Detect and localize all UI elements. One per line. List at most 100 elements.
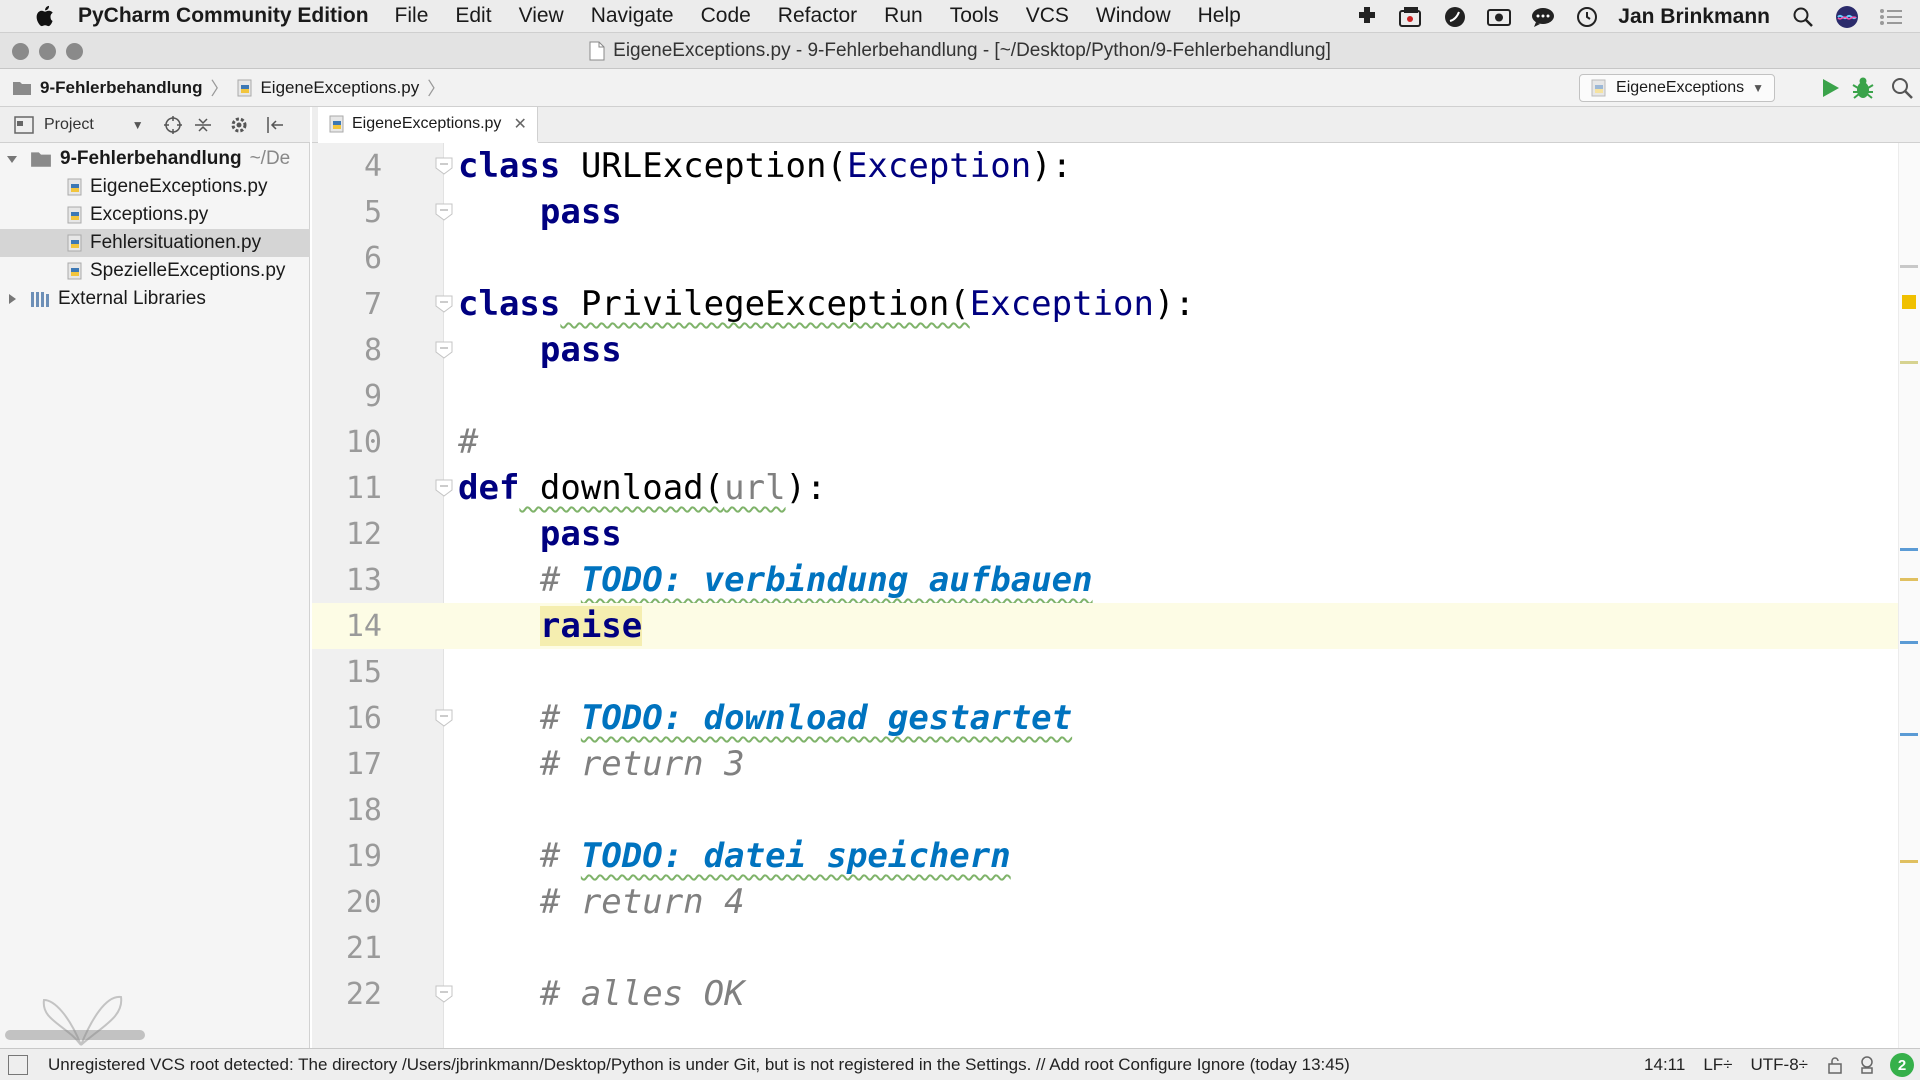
- code-line[interactable]: 6: [312, 235, 1920, 281]
- code-line[interactable]: 14 raise: [312, 603, 1920, 649]
- code-line[interactable]: 5 pass: [312, 189, 1920, 235]
- code-line[interactable]: 13 # TODO: verbindung aufbauen: [312, 557, 1920, 603]
- search-everywhere-button[interactable]: [1890, 76, 1914, 100]
- menu-refactor[interactable]: Refactor: [778, 4, 857, 28]
- leaf-icon[interactable]: [1440, 4, 1470, 30]
- code-line[interactable]: 16 # TODO: download gestartet: [312, 695, 1920, 741]
- debug-button[interactable]: [1850, 76, 1876, 100]
- breadcrumb-file[interactable]: EigeneExceptions.py: [260, 78, 419, 98]
- code-text: pass: [458, 192, 622, 232]
- event-log-badge[interactable]: 2: [1890, 1053, 1914, 1077]
- menu-navigate[interactable]: Navigate: [591, 4, 674, 28]
- editor-tab[interactable]: EigeneExceptions.py ✕: [318, 107, 538, 143]
- menu-window[interactable]: Window: [1096, 4, 1171, 28]
- siri-icon[interactable]: [1832, 4, 1862, 30]
- toggle-tool-windows-icon[interactable]: [8, 1054, 28, 1075]
- menu-view[interactable]: View: [519, 4, 564, 28]
- code-line[interactable]: 11 def download(url):: [312, 465, 1920, 511]
- stripe-mark[interactable]: [1900, 641, 1918, 644]
- code-line[interactable]: 8 pass: [312, 327, 1920, 373]
- code-line[interactable]: 4 class URLException(Exception):: [312, 143, 1920, 189]
- stripe-mark[interactable]: [1900, 733, 1918, 736]
- tree-item-project-root[interactable]: 9-Fehlerbehandlung ~/De: [0, 145, 310, 173]
- hide-panel-icon[interactable]: [264, 114, 286, 136]
- run-button[interactable]: [1818, 76, 1842, 100]
- menu-file[interactable]: File: [395, 4, 429, 28]
- menu-edit[interactable]: Edit: [455, 4, 491, 28]
- error-stripe[interactable]: [1898, 143, 1920, 1048]
- file-encoding[interactable]: UTF-8÷: [1751, 1055, 1809, 1075]
- gear-icon[interactable]: [228, 114, 250, 136]
- notification-center-icon[interactable]: [1876, 4, 1906, 30]
- menu-help[interactable]: Help: [1198, 4, 1241, 28]
- project-view-label[interactable]: Project: [44, 116, 94, 134]
- code-line[interactable]: 9: [312, 373, 1920, 419]
- code-line[interactable]: 7 class PrivilegeException(Exception):: [312, 281, 1920, 327]
- fold-marker-icon[interactable]: [432, 338, 456, 362]
- menu-code[interactable]: Code: [701, 4, 751, 28]
- status-message[interactable]: Unregistered VCS root detected: The dire…: [48, 1055, 1350, 1075]
- zoom-window-button[interactable]: [66, 43, 83, 60]
- line-number: 14: [345, 608, 382, 644]
- fold-marker-icon[interactable]: [432, 200, 456, 224]
- screen-record-icon[interactable]: [1396, 4, 1426, 30]
- code-line[interactable]: 17 # return 3: [312, 741, 1920, 787]
- stripe-mark[interactable]: [1900, 578, 1918, 581]
- stripe-mark[interactable]: [1900, 361, 1918, 364]
- app-name-menu[interactable]: PyCharm Community Edition: [78, 4, 369, 28]
- code-line[interactable]: 21: [312, 925, 1920, 971]
- close-icon[interactable]: ✕: [513, 114, 526, 134]
- plugin-icon[interactable]: [1352, 4, 1382, 30]
- fold-marker-icon[interactable]: [432, 154, 456, 178]
- tree-file-label: Fehlersituationen.py: [90, 232, 262, 253]
- tree-item-file-selected[interactable]: Fehlersituationen.py: [0, 229, 310, 257]
- tree-item-external-libraries[interactable]: External Libraries: [0, 285, 310, 313]
- caret-position[interactable]: 14:11: [1644, 1055, 1685, 1075]
- code-line[interactable]: 22 # alles OK: [312, 971, 1920, 1017]
- code-builtin: Exception: [969, 284, 1154, 324]
- code-line[interactable]: 20 # return 4: [312, 879, 1920, 925]
- code-line[interactable]: 19 # TODO: datei speichern: [312, 833, 1920, 879]
- breadcrumb-project[interactable]: 9-Fehlerbehandlung: [40, 78, 202, 98]
- expanded-arrow-icon[interactable]: [6, 153, 18, 165]
- chevron-down-icon[interactable]: ▼: [132, 118, 144, 132]
- fold-marker-icon[interactable]: [432, 292, 456, 316]
- stripe-mark[interactable]: [1900, 548, 1918, 551]
- lock-icon[interactable]: [1826, 1055, 1844, 1075]
- user-name[interactable]: Jan Brinkmann: [1618, 5, 1770, 29]
- menu-tools[interactable]: Tools: [950, 4, 999, 28]
- spotlight-search-icon[interactable]: [1788, 4, 1818, 30]
- fold-marker-icon[interactable]: [432, 982, 456, 1006]
- line-number: 7: [363, 286, 382, 322]
- chat-icon[interactable]: [1528, 4, 1558, 30]
- code-keyword: class: [458, 146, 561, 186]
- fold-marker-icon[interactable]: [432, 476, 456, 500]
- code-line[interactable]: 10 #: [312, 419, 1920, 465]
- menu-vcs[interactable]: VCS: [1026, 4, 1069, 28]
- locate-file-icon[interactable]: [162, 114, 184, 136]
- line-separator[interactable]: LF÷: [1703, 1055, 1732, 1075]
- camera-icon[interactable]: [1484, 4, 1514, 30]
- warning-indicator-icon[interactable]: [1902, 295, 1916, 309]
- collapse-all-icon[interactable]: [192, 114, 214, 136]
- time-machine-icon[interactable]: [1572, 4, 1602, 30]
- inspector-icon[interactable]: [1858, 1055, 1876, 1075]
- code-line[interactable]: 15: [312, 649, 1920, 695]
- stripe-mark[interactable]: [1900, 265, 1918, 268]
- minimize-window-button[interactable]: [39, 43, 56, 60]
- run-configuration-select[interactable]: EigeneExceptions ▼: [1579, 74, 1775, 102]
- code-editor[interactable]: 4 class URLException(Exception): 5 pass 6 7 c…: [312, 143, 1920, 1048]
- tree-item-file[interactable]: SpezielleExceptions.py: [0, 257, 310, 285]
- menu-run[interactable]: Run: [884, 4, 923, 28]
- close-window-button[interactable]: [12, 43, 29, 60]
- collapsed-arrow-icon[interactable]: [6, 293, 18, 305]
- code-line[interactable]: 12 pass: [312, 511, 1920, 557]
- apple-icon[interactable]: [28, 2, 60, 30]
- code-builtin: Exception: [846, 146, 1032, 186]
- tree-item-file[interactable]: EigeneExceptions.py: [0, 173, 310, 201]
- stripe-mark[interactable]: [1900, 860, 1918, 863]
- code-line[interactable]: 18: [312, 787, 1920, 833]
- fold-marker-icon[interactable]: [432, 706, 456, 730]
- tree-item-file[interactable]: Exceptions.py: [0, 201, 310, 229]
